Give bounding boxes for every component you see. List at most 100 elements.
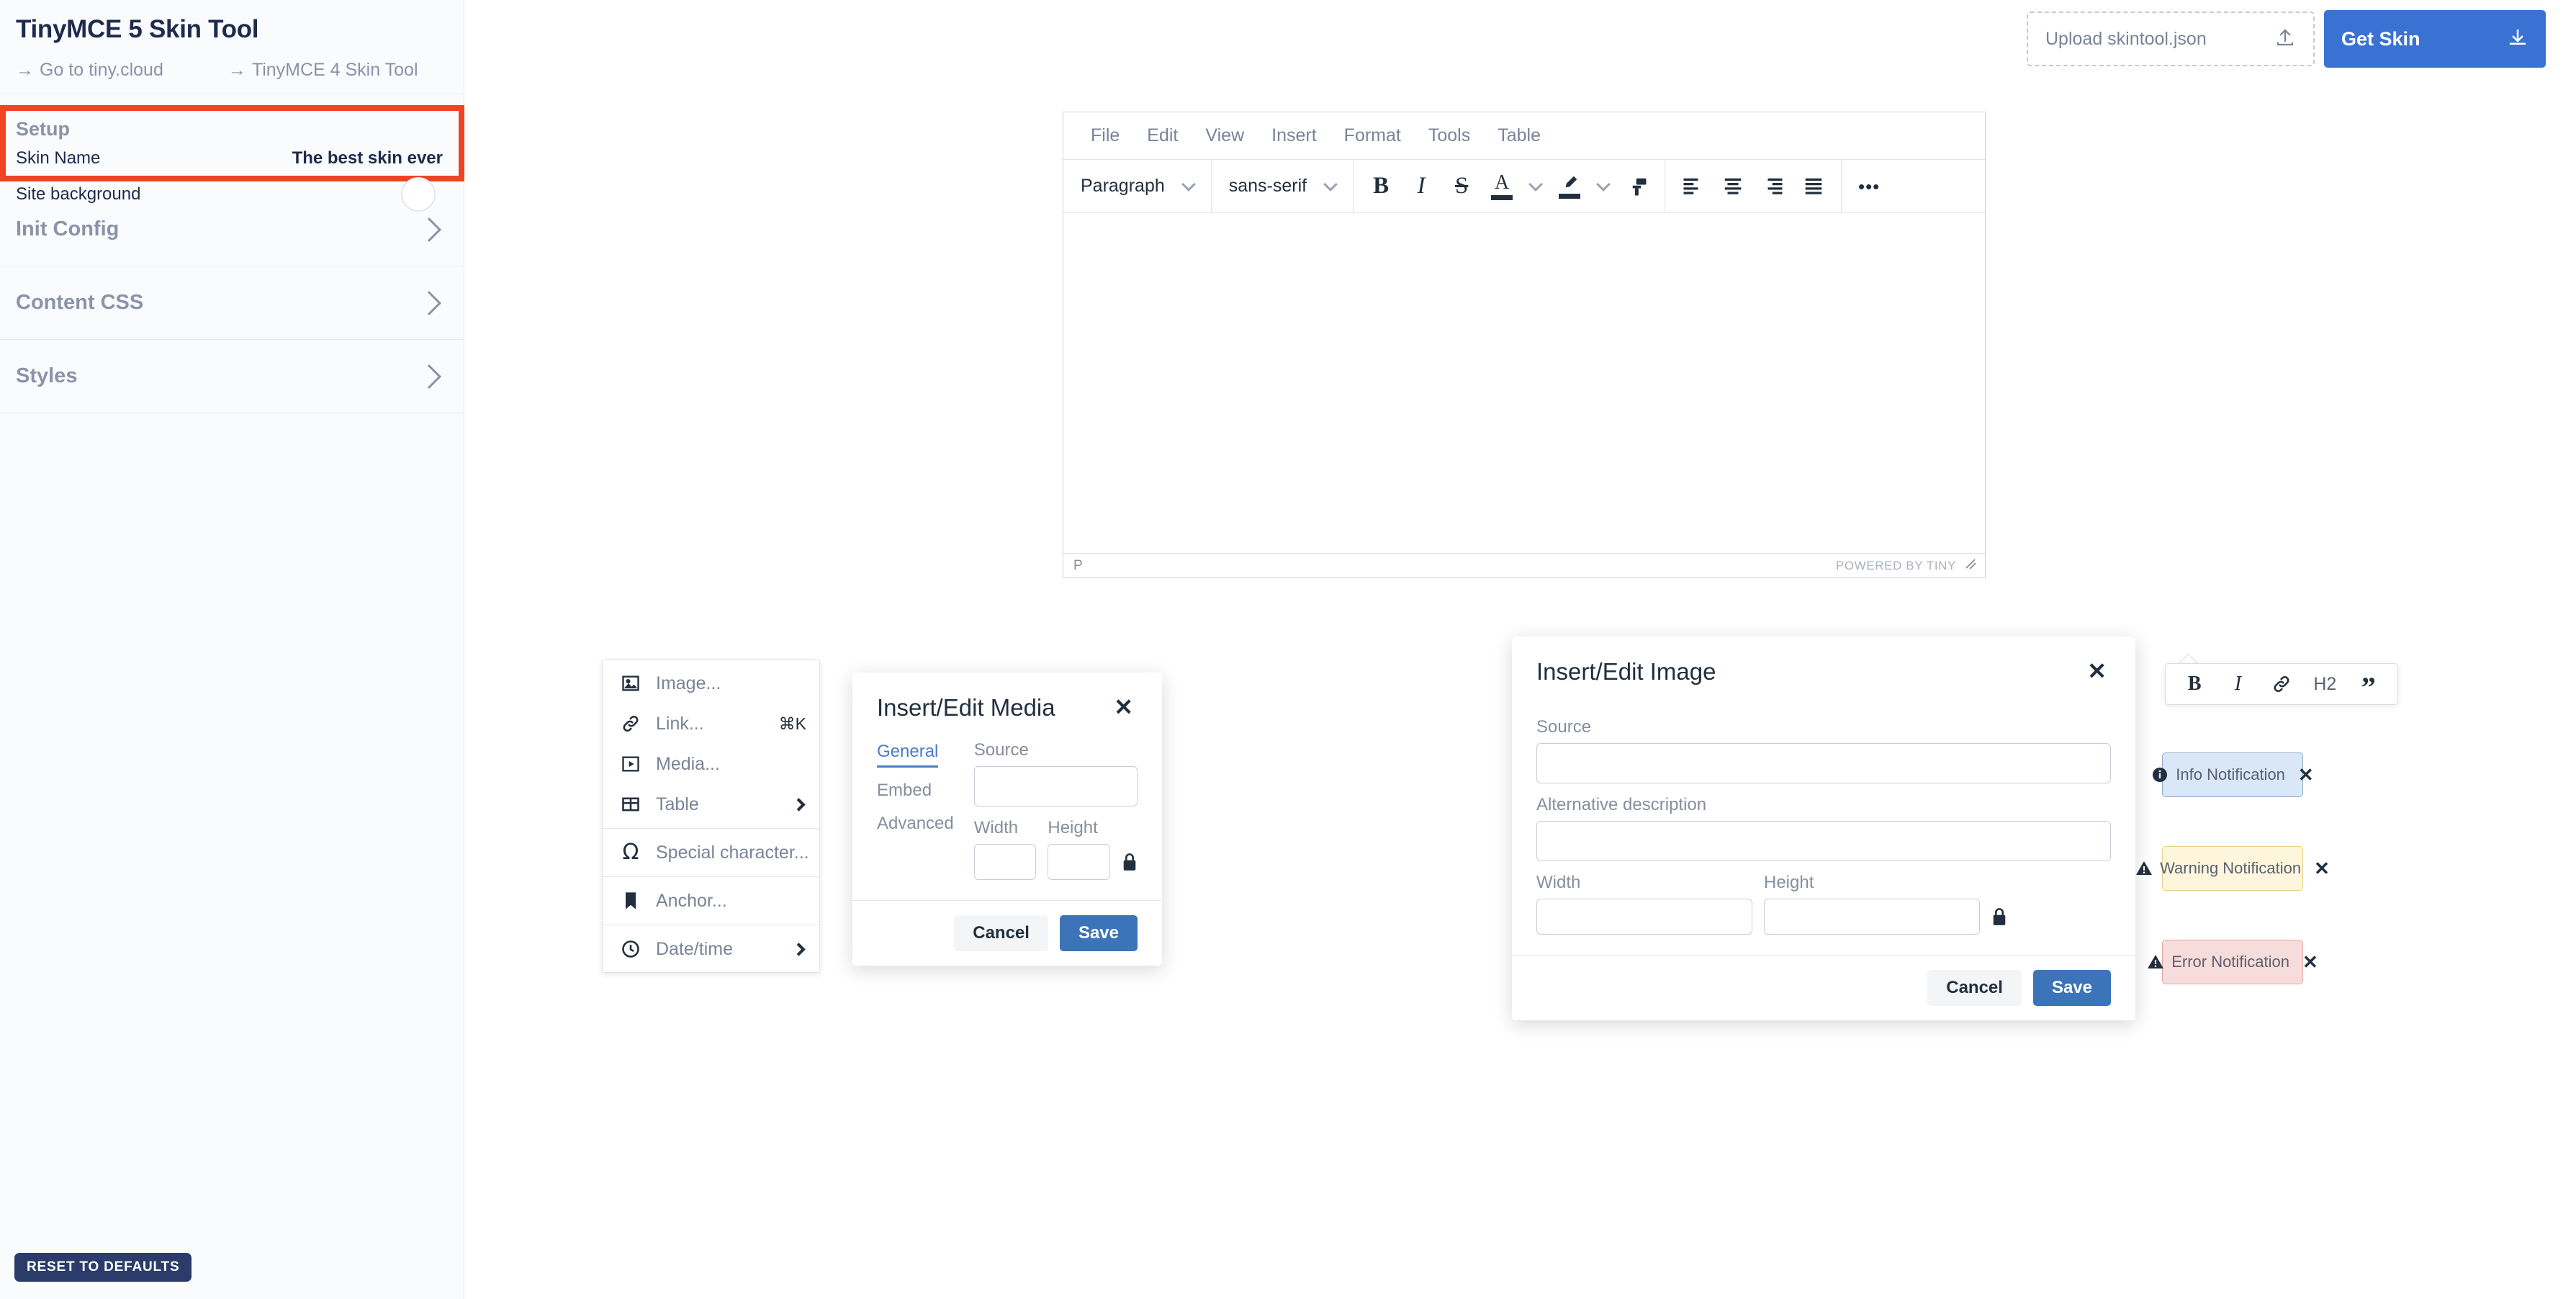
tab-advanced[interactable]: Advanced bbox=[877, 814, 954, 834]
editor-statusbar: P POWERED BY TINY bbox=[1063, 553, 1985, 577]
dialog-title: Insert/Edit Media bbox=[877, 694, 1055, 721]
menu-format[interactable]: Format bbox=[1334, 121, 1411, 150]
close-icon[interactable]: ✕ bbox=[1109, 694, 1138, 720]
text-color-swatch bbox=[1491, 194, 1513, 200]
heading-2-icon[interactable]: H2 bbox=[2307, 668, 2343, 700]
sidebar-item-styles[interactable]: Styles bbox=[0, 340, 464, 413]
close-icon[interactable]: ✕ bbox=[2302, 953, 2318, 971]
strikethrough-icon[interactable]: S bbox=[1441, 166, 1482, 207]
bold-icon[interactable]: B bbox=[1361, 166, 1401, 207]
media-width-label: Width bbox=[973, 818, 1019, 837]
menu-table[interactable]: Table bbox=[1487, 121, 1551, 150]
tab-embed[interactable]: Embed bbox=[877, 781, 954, 801]
sidebar-header: TinyMCE 5 Skin Tool → Go to tiny.cloud → T… bbox=[0, 0, 464, 94]
menu-edit[interactable]: Edit bbox=[1137, 121, 1188, 150]
highlight-color-icon[interactable] bbox=[1549, 166, 1590, 207]
resize-handle-icon[interactable] bbox=[1963, 557, 1978, 575]
error-notification: Error Notification ✕ bbox=[2148, 940, 2318, 984]
text-color-icon[interactable]: A bbox=[1482, 166, 1522, 207]
context-menu-item-anchor[interactable]: Anchor... bbox=[603, 881, 819, 921]
editor-toolbar: Paragraph sans-serif B I S A ••• bbox=[1063, 159, 1985, 213]
save-button[interactable]: Save bbox=[1059, 915, 1138, 951]
tab-general[interactable]: General bbox=[877, 742, 939, 768]
more-glyph: ••• bbox=[1857, 175, 1881, 197]
chevron-right-icon bbox=[792, 797, 806, 812]
media-height-input[interactable] bbox=[1048, 844, 1110, 880]
context-menu-item-link[interactable]: Link... ⌘K bbox=[603, 704, 819, 744]
chevron-down-shape bbox=[1528, 176, 1544, 192]
menu-insert[interactable]: Insert bbox=[1261, 121, 1327, 150]
highlight-color-swatch bbox=[1559, 193, 1581, 199]
image-height-input[interactable] bbox=[1764, 899, 1980, 935]
image-source-label: Source bbox=[1536, 717, 1592, 737]
image-alt-input[interactable] bbox=[1536, 821, 2111, 861]
warning-icon bbox=[2135, 860, 2153, 877]
align-left-icon[interactable] bbox=[1672, 166, 1713, 207]
sidebar: TinyMCE 5 Skin Tool → Go to tiny.cloud → T… bbox=[0, 0, 464, 1299]
lock-icon[interactable] bbox=[1991, 907, 2007, 935]
close-icon[interactable]: ✕ bbox=[2314, 859, 2330, 878]
close-icon[interactable]: ✕ bbox=[2083, 658, 2111, 684]
bold-icon[interactable]: B bbox=[2176, 668, 2212, 700]
clock-icon bbox=[618, 939, 643, 959]
cancel-button[interactable]: Cancel bbox=[1927, 970, 2022, 1006]
statusbar-right: POWERED BY TINY bbox=[1836, 557, 1978, 575]
divider bbox=[603, 828, 819, 829]
context-menu-item-label: Link... bbox=[656, 713, 704, 734]
skin-name-value[interactable]: The best skin ever bbox=[292, 148, 443, 168]
sidebar-item-init-config[interactable]: Init Config bbox=[0, 193, 464, 266]
image-width-input[interactable] bbox=[1536, 899, 1752, 935]
chevron-right-icon bbox=[417, 217, 441, 242]
reset-to-defaults-button[interactable]: RESET TO DEFAULTS bbox=[14, 1253, 192, 1282]
menu-tools[interactable]: Tools bbox=[1418, 121, 1480, 150]
media-width-input[interactable] bbox=[973, 844, 1037, 880]
more-icon[interactable]: ••• bbox=[1849, 166, 1889, 207]
context-menu-item-date-time[interactable]: Date/time bbox=[603, 929, 819, 969]
link-tinymce4-skin-tool[interactable]: → TinyMCE 4 Skin Tool bbox=[228, 60, 418, 81]
menu-view[interactable]: View bbox=[1195, 121, 1254, 150]
context-menu-item-media[interactable]: Media... bbox=[603, 744, 819, 784]
highlight-color-chevron-icon[interactable] bbox=[1590, 166, 1617, 207]
menu-file[interactable]: File bbox=[1081, 121, 1130, 150]
toolbar-group-blockformat: Paragraph bbox=[1063, 159, 1212, 213]
context-menu-item-label: Date/time bbox=[656, 938, 733, 959]
lock-icon[interactable] bbox=[1122, 853, 1138, 880]
bold-glyph: B bbox=[1373, 173, 1390, 199]
get-skin-button-label: Get Skin bbox=[2341, 27, 2420, 50]
align-center-icon[interactable] bbox=[1713, 166, 1753, 207]
upload-skintool-json-button[interactable]: Upload skintool.json bbox=[2027, 12, 2315, 66]
save-button[interactable]: Save bbox=[2032, 970, 2111, 1006]
italic-glyph: I bbox=[1417, 173, 1426, 199]
media-source-input[interactable] bbox=[973, 766, 1138, 806]
close-icon[interactable]: ✕ bbox=[2298, 765, 2314, 784]
image-source-input[interactable] bbox=[1536, 743, 2111, 783]
dialog-footer: Cancel Save bbox=[1512, 955, 2135, 1020]
get-skin-button[interactable]: Get Skin bbox=[2324, 10, 2546, 68]
text-color-chevron-icon[interactable] bbox=[1522, 166, 1549, 207]
sidebar-item-content-css[interactable]: Content CSS bbox=[0, 266, 464, 340]
context-menu-item-special-character[interactable]: Ω Special character... bbox=[603, 832, 819, 873]
cancel-button[interactable]: Cancel bbox=[954, 915, 1048, 951]
dialog-body: General Embed Advanced Source Width Heig… bbox=[852, 729, 1162, 900]
format-painter-icon[interactable] bbox=[1617, 166, 1657, 207]
editor-content-area[interactable] bbox=[1063, 213, 1985, 553]
align-right-icon[interactable] bbox=[1753, 166, 1793, 207]
link-tiny-cloud[interactable]: → Go to tiny.cloud bbox=[16, 60, 163, 81]
element-path[interactable]: P bbox=[1073, 558, 1083, 574]
italic-icon[interactable]: I bbox=[2220, 668, 2256, 700]
chevron-right-icon bbox=[417, 364, 441, 389]
image-width-label: Width bbox=[1536, 873, 1581, 892]
block-format-select[interactable]: Paragraph bbox=[1071, 168, 1204, 205]
strikethrough-glyph: S bbox=[1454, 173, 1469, 199]
table-icon bbox=[618, 794, 643, 814]
context-menu-item-label: Image... bbox=[656, 673, 721, 693]
context-menu-item-table[interactable]: Table bbox=[603, 784, 819, 824]
context-menu-item-image[interactable]: Image... bbox=[603, 663, 819, 704]
align-justify-icon[interactable] bbox=[1793, 166, 1834, 207]
blockquote-icon[interactable]: ” bbox=[2351, 668, 2387, 702]
branding-label[interactable]: POWERED BY TINY bbox=[1836, 559, 1956, 573]
italic-icon[interactable]: I bbox=[1401, 166, 1441, 207]
font-family-select[interactable]: sans-serif bbox=[1219, 168, 1346, 205]
link-icon[interactable] bbox=[2264, 668, 2300, 700]
setup-row-skin-name: Skin Name The best skin ever bbox=[16, 140, 443, 176]
